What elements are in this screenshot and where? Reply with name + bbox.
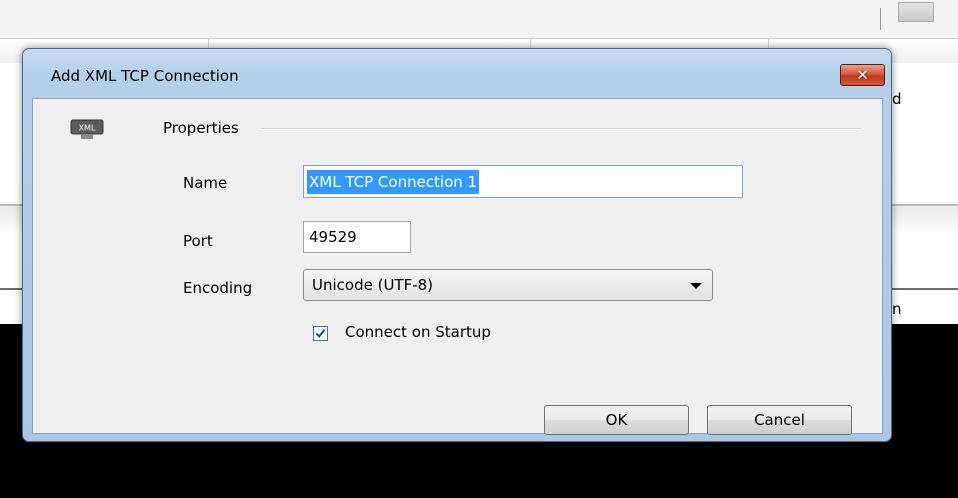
add-xml-tcp-connection-dialog: Add XML TCP Connection ✕ XML Properties … xyxy=(22,48,892,442)
cancel-button[interactable]: Cancel xyxy=(707,405,852,435)
name-label: Name xyxy=(183,174,228,192)
connect-on-startup-checkbox[interactable] xyxy=(313,326,328,341)
dialog-title: Add XML TCP Connection xyxy=(51,67,239,85)
checkmark-icon xyxy=(315,329,326,339)
connect-on-startup-label[interactable]: Connect on Startup xyxy=(345,323,491,341)
encoding-select[interactable]: Unicode (UTF-8) xyxy=(303,269,713,301)
app-toolbar xyxy=(0,0,958,38)
svg-text:XML: XML xyxy=(79,124,96,133)
toolbar-button-icon[interactable] xyxy=(898,2,934,22)
encoding-selected-value: Unicode (UTF-8) xyxy=(312,276,434,294)
toolbar-separator xyxy=(880,8,881,30)
encoding-label: Encoding xyxy=(183,279,253,297)
ok-button[interactable]: OK xyxy=(544,405,689,435)
port-input[interactable]: 49529 xyxy=(303,221,411,253)
lower-panel-header-text: n xyxy=(892,300,902,318)
port-label: Port xyxy=(183,232,213,250)
dialog-client-area: XML Properties Name XML TCP Connection 1… xyxy=(32,98,883,435)
name-input-selected-text: XML TCP Connection 1 xyxy=(307,170,480,194)
properties-section-label: Properties xyxy=(163,119,239,137)
chevron-down-icon xyxy=(690,283,702,289)
close-button[interactable]: ✕ xyxy=(840,64,885,86)
xml-icon: XML xyxy=(70,119,104,141)
section-divider xyxy=(261,128,861,130)
name-input[interactable]: XML TCP Connection 1 xyxy=(303,165,743,198)
grid-cell-text: d xyxy=(892,90,902,108)
close-icon: ✕ xyxy=(856,65,869,84)
